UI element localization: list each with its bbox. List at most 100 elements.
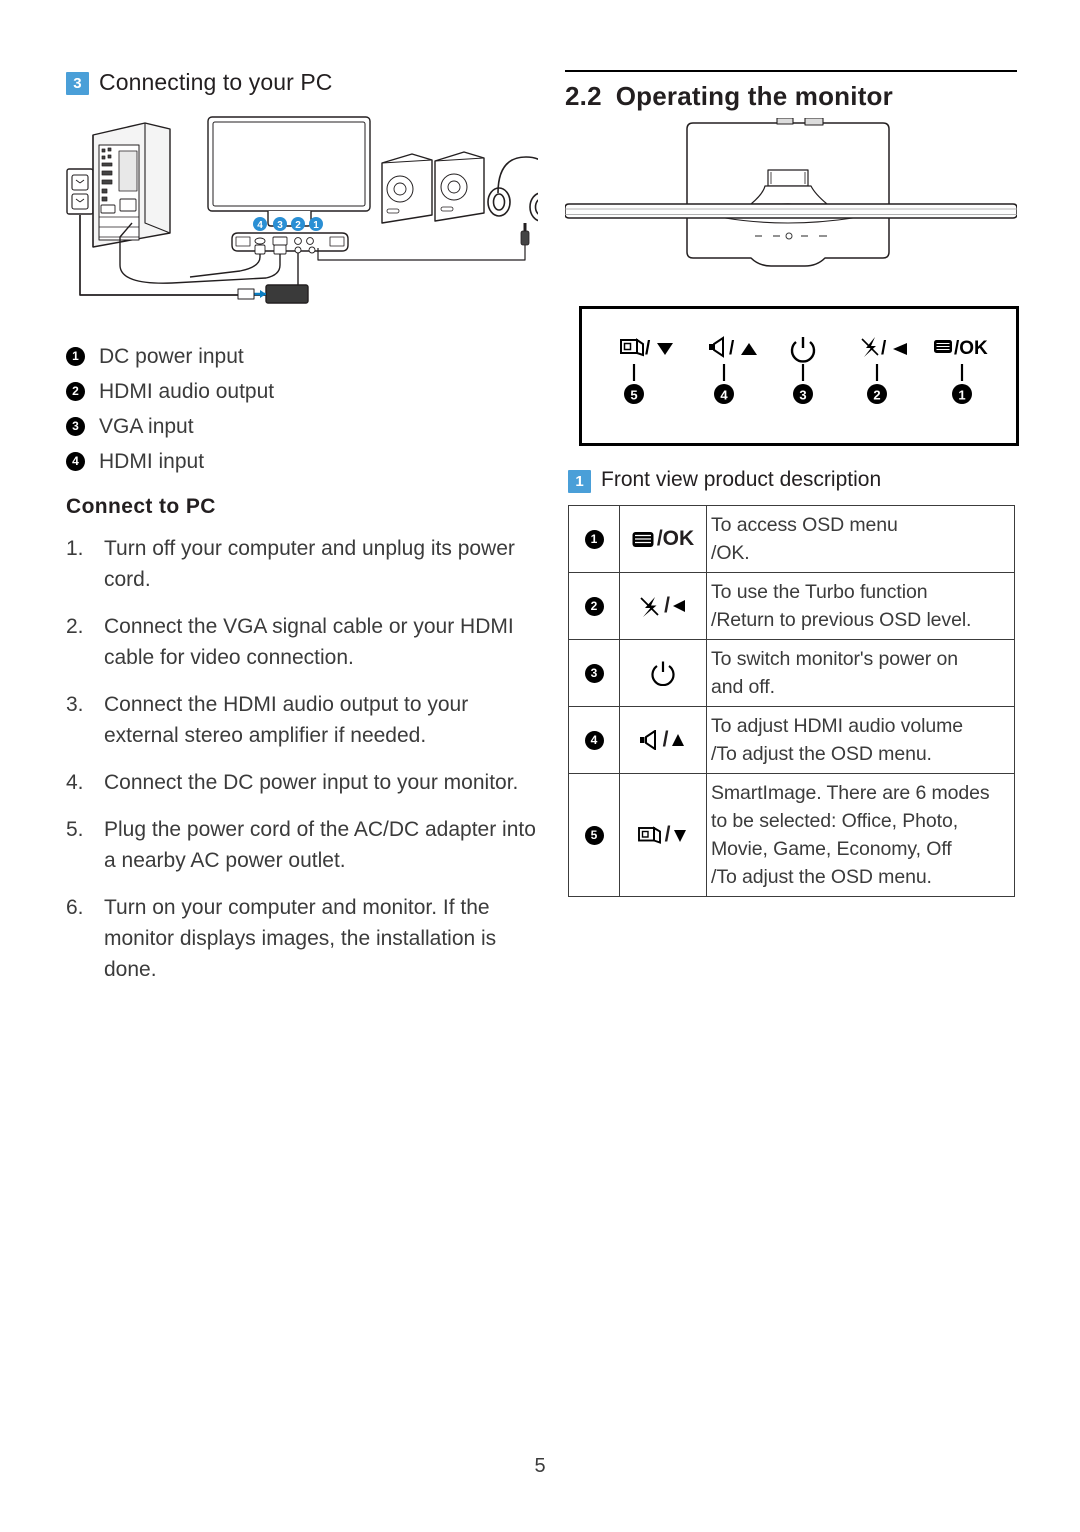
page-number: 5: [534, 1455, 546, 1477]
row-number-cell: 5: [568, 773, 620, 897]
desc-line-2: to be selected: Office, Photo,: [711, 810, 959, 832]
step-number: 6.: [66, 896, 84, 919]
monitor-illustration: [207, 116, 371, 252]
desc-line-1: To adjust HDMI audio volume: [711, 715, 963, 737]
desc-line-2: /To adjust the OSD menu.: [711, 743, 932, 765]
speaker-volume-icon-text: /: [662, 728, 669, 751]
legend-number: 4: [66, 452, 85, 471]
legend-number: 2: [66, 382, 85, 401]
smartimage-icon-group: /: [622, 823, 704, 847]
section-rule-divider: [565, 70, 1017, 72]
table-row: 3 To switch monitor's power on and off.: [568, 639, 1015, 707]
table-row: 2 / To use the Turbo function /Return to…: [568, 572, 1015, 640]
osd-menu-icon-text: /OK: [656, 527, 695, 550]
row-icon-cell: /: [619, 773, 707, 897]
legend-label: HDMI audio output: [99, 379, 275, 403]
desc-line-2: /Return to previous OSD level.: [711, 609, 972, 631]
step-text: Connect the HDMI audio output to your ex…: [104, 693, 469, 747]
control-description-table: 1 /OK To access OSD menu /OK. 2 / To use…: [568, 505, 1015, 897]
callout-2: 2: [867, 384, 887, 404]
table-row: 5 / SmartImage. There are 6 modes to be …: [568, 773, 1015, 897]
up-triangle-icon: [672, 734, 685, 746]
step-number: 1.: [66, 537, 84, 560]
connecting-to-pc-heading-text: Connecting to your PC: [99, 69, 333, 95]
row-description-cell: To access OSD menu /OK.: [706, 505, 1015, 573]
legend-number: 3: [66, 417, 85, 436]
legend-label: VGA input: [99, 414, 194, 438]
step-text: Connect the VGA signal cable or your HDM…: [104, 615, 514, 669]
headphone-cable: [317, 223, 530, 261]
port-legend-list: 1 DC power input 2 HDMI audio output 3 V…: [66, 339, 536, 479]
wall-outlet-icon: [66, 168, 94, 215]
row-description-cell: To switch monitor's power on and off.: [706, 639, 1015, 707]
row-description-cell: To adjust HDMI audio volume /To adjust t…: [706, 706, 1015, 774]
section-number: 2.2: [565, 81, 602, 111]
legend-label: HDMI input: [99, 449, 205, 473]
svg-text:3: 3: [799, 388, 806, 403]
left-triangle-icon: [672, 600, 685, 612]
speaker-volume-icon: [639, 730, 656, 750]
row-number: 5: [584, 825, 604, 845]
row-number: 4: [584, 730, 604, 750]
desktop-pc-tower-icon: [92, 122, 171, 248]
desc-line-2: /OK.: [711, 542, 750, 564]
power-icon: [651, 661, 675, 686]
smartimage-icon-text: /: [664, 823, 671, 846]
row-icon-cell: [619, 639, 707, 707]
step-text: Connect the DC power input to your monit…: [104, 771, 519, 794]
section-badge: 3: [66, 72, 89, 95]
down-triangle-icon: [674, 830, 687, 842]
svg-text:2: 2: [873, 388, 880, 403]
list-item: 3. Connect the HDMI audio output to your…: [66, 689, 536, 751]
desc-line-4: /To adjust the OSD menu.: [711, 866, 932, 888]
svg-text:/OK: /OK: [954, 338, 988, 359]
turbo-icon-text: /: [664, 594, 670, 617]
turbo-icon-group: /: [622, 594, 704, 618]
legend-number: 1: [66, 347, 85, 366]
svg-text:4: 4: [720, 388, 728, 403]
step-text: Turn off your computer and unplug its po…: [104, 537, 515, 591]
svg-text:1: 1: [313, 220, 319, 231]
list-item: 2. Connect the VGA signal cable or your …: [66, 611, 536, 673]
desc-line-1: To access OSD menu: [711, 514, 898, 536]
list-item: 1. Turn off your computer and unplug its…: [66, 533, 536, 595]
ac-dc-adapter-icon: [237, 284, 309, 304]
connect-steps-list: 1. Turn off your computer and unplug its…: [66, 533, 536, 985]
row-number: 3: [584, 663, 604, 683]
legend-label: DC power input: [99, 344, 244, 368]
desc-line-1: To use the Turbo function: [711, 581, 928, 603]
osd-menu-icon: [934, 340, 952, 353]
page-title-text: Operating the monitor: [615, 81, 893, 111]
row-icon-cell: /OK: [619, 505, 707, 573]
svg-text:4: 4: [257, 220, 263, 231]
step-number: 3.: [66, 693, 84, 716]
row-icon-cell: /: [619, 572, 707, 640]
turbo-icon: [640, 597, 659, 617]
desc-line-3: Movie, Game, Economy, Off: [711, 838, 952, 860]
front-view-description-heading: 1 Front view product description: [568, 468, 1017, 493]
row-number-cell: 2: [568, 572, 620, 640]
table-row: 4 / To adjust HDMI audio volume /To adju…: [568, 706, 1015, 774]
document-page: 3 Connecting to your PC 4 3 2 1 1 DC pow…: [0, 0, 1080, 1532]
power-icon-group: [622, 660, 704, 686]
smartimage-icon: [637, 826, 661, 844]
svg-text:/: /: [729, 338, 735, 359]
front-control-buttons-diagram: / 5 / 4 3 / 2 /OK 1: [579, 306, 1019, 446]
callout-3: 3: [793, 384, 813, 404]
speaker-volume-icon-group: /: [622, 728, 704, 752]
svg-text:5: 5: [630, 388, 637, 403]
list-item: 4. Connect the DC power input to your mo…: [66, 767, 536, 798]
svg-text:1: 1: [958, 388, 965, 403]
step-text: Plug the power cord of the AC/DC adapter…: [104, 818, 536, 872]
left-column: 3 Connecting to your PC 4 3 2 1 1 DC pow…: [66, 69, 555, 1001]
osd-menu-icon: [632, 531, 654, 547]
step-number: 5.: [66, 818, 84, 841]
speakers-icon: [381, 151, 485, 224]
pc-connection-diagram: 4 3 2 1: [66, 116, 555, 304]
list-item: 6. Turn on your computer and monitor. If…: [66, 892, 536, 985]
svg-text:/: /: [881, 338, 887, 359]
step-number: 2.: [66, 615, 84, 638]
callout-5: 5: [624, 384, 644, 404]
row-number: 1: [584, 529, 604, 549]
step-number: 4.: [66, 771, 84, 794]
